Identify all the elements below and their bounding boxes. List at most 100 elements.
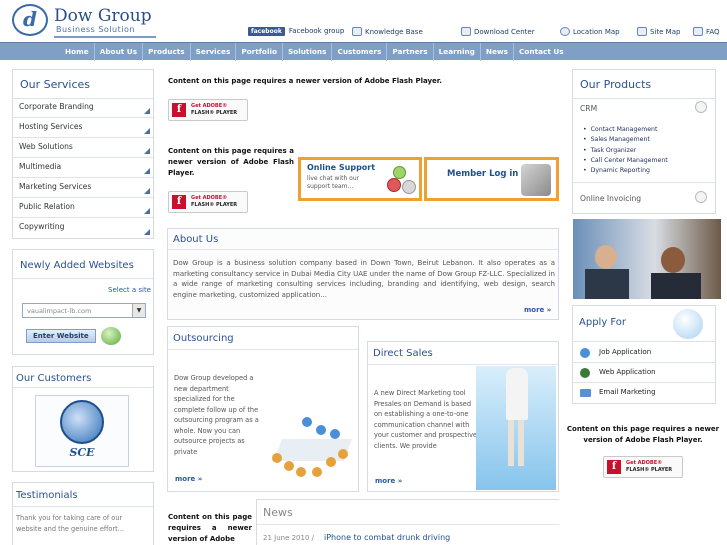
puzzle-icon <box>521 164 551 196</box>
service-public-relation[interactable]: Public Relation <box>13 198 153 218</box>
testimonials-title: Testimonials <box>16 490 78 501</box>
nav-about-us[interactable]: About Us <box>95 43 144 61</box>
products-panel: Our Products CRM • Contact Management • … <box>572 69 716 214</box>
service-corporate-branding[interactable]: Corporate Branding <box>13 98 153 118</box>
nav-learning[interactable]: Learning <box>434 43 481 61</box>
download-center-label: Download Center <box>474 28 535 36</box>
nav-services[interactable]: Services <box>191 43 237 61</box>
product-online-invoicing[interactable]: Online Invoicing <box>580 194 641 203</box>
person-figure-icon <box>312 467 322 477</box>
service-label: Multimedia <box>19 162 62 171</box>
nav-customers[interactable]: Customers <box>332 43 388 61</box>
direct-sales-more-link[interactable]: more » <box>375 477 402 485</box>
get-flash-player-button[interactable]: f Get ADOBE® FLASH® PLAYER <box>603 456 683 478</box>
member-login-title: Member Log in <box>447 169 519 179</box>
service-hosting[interactable]: Hosting Services <box>13 118 153 138</box>
support-person-icon <box>402 180 416 194</box>
faq-link[interactable]: FAQ <box>693 27 720 36</box>
apply-email-marketing[interactable]: Email Marketing <box>573 383 715 403</box>
person-figure-icon <box>284 461 294 471</box>
crm-item[interactable]: • Dynamic Reporting <box>583 166 713 176</box>
apply-title: Apply For <box>579 317 627 328</box>
crm-item-label: Sales Management <box>590 136 650 144</box>
chevron-down-icon: ▼ <box>132 304 145 317</box>
online-support-text: live chat with our support team... <box>307 175 360 190</box>
knowledge-base-link[interactable]: Knowledge Base <box>352 27 423 36</box>
facebook-icon: facebook <box>248 27 285 36</box>
apply-job-application[interactable]: Job Application <box>573 343 715 363</box>
facebook-group-link[interactable]: facebook Facebook group <box>248 27 344 36</box>
nav-contact-us[interactable]: Contact Us <box>514 43 569 61</box>
flash-notice-partial: Content on this page requires a newer ve… <box>168 513 252 543</box>
corner-arrow-icon <box>144 168 150 174</box>
toggle-icon[interactable] <box>695 191 707 203</box>
person-figure-icon <box>330 429 340 439</box>
logo-mark[interactable]: d <box>12 4 48 36</box>
download-icon <box>461 27 471 36</box>
divider <box>573 182 715 183</box>
nav-home[interactable]: Home <box>60 43 95 61</box>
download-center-link[interactable]: Download Center <box>461 27 535 36</box>
crm-items: • Contact Management • Sales Management … <box>583 125 713 176</box>
get-flash-player-button[interactable]: f Get ADOBE® FLASH® PLAYER <box>168 191 248 213</box>
people-icon <box>580 348 590 358</box>
crm-item-label: Call Center Management <box>590 156 668 164</box>
apply-web-application[interactable]: Web Application <box>573 363 715 383</box>
customer-logo[interactable]: SCE <box>35 395 129 467</box>
site-select[interactable]: vaualimpact-lb.com ▼ <box>22 303 146 318</box>
site-map-link[interactable]: Site Map <box>637 27 680 36</box>
direct-sales-image <box>476 366 556 490</box>
customer-logo-text: SCE <box>69 446 95 459</box>
apply-panel: Apply For Job Application Web Applicatio… <box>572 305 716 404</box>
nav-portfolio[interactable]: Portfolio <box>236 43 283 61</box>
person-figure-icon <box>302 417 312 427</box>
flash-player-label: FLASH® PLAYER <box>191 202 238 208</box>
online-support-box[interactable]: Online Support live chat with our suppor… <box>298 157 422 201</box>
logo-tagline: Business Solution <box>56 25 135 34</box>
crm-item[interactable]: • Contact Management <box>583 125 713 135</box>
knowledge-base-label: Knowledge Base <box>365 28 423 36</box>
person-figure-icon <box>272 453 282 463</box>
site-map-label: Site Map <box>650 28 681 36</box>
person-figure-icon <box>338 449 348 459</box>
globe-icon <box>60 400 104 444</box>
news-headline-link[interactable]: iPhone to combat drunk driving <box>324 533 450 542</box>
person-figure-icon <box>296 467 306 477</box>
outsourcing-image <box>268 389 356 481</box>
nav-news[interactable]: News <box>481 43 515 61</box>
crm-item[interactable]: • Task Organizer <box>583 146 713 156</box>
service-label: Corporate Branding <box>19 102 94 111</box>
about-more-link[interactable]: more » <box>524 306 551 314</box>
person-suit <box>585 269 629 299</box>
about-panel: About Us Dow Group is a business solutio… <box>167 228 559 320</box>
testimonials-panel: Testimonials Thank you for taking care o… <box>12 482 154 545</box>
nav-solutions[interactable]: Solutions <box>283 43 333 61</box>
divider <box>13 278 153 279</box>
newly-added-panel: Newly Added Websites Select a site vaual… <box>12 249 154 355</box>
nav-products[interactable]: Products <box>143 43 191 61</box>
divider <box>13 387 153 388</box>
news-date: 21 June 2010 / <box>263 534 314 542</box>
service-marketing[interactable]: Marketing Services <box>13 178 153 198</box>
crm-item[interactable]: • Call Center Management <box>583 156 713 166</box>
crm-item[interactable]: • Sales Management <box>583 135 713 145</box>
location-map-label: Location Map <box>573 28 620 36</box>
service-multimedia[interactable]: Multimedia <box>13 158 153 178</box>
outsourcing-more-link[interactable]: more » <box>175 475 202 483</box>
person-suit <box>651 273 701 299</box>
location-map-link[interactable]: Location Map <box>560 27 620 36</box>
enter-website-button[interactable]: Enter Website <box>26 329 96 343</box>
product-crm[interactable]: CRM <box>580 104 597 113</box>
flash-player-label: FLASH® PLAYER <box>191 110 238 116</box>
corner-arrow-icon <box>144 229 150 235</box>
member-login-box[interactable]: Member Log in <box>424 157 559 201</box>
person-figure-icon <box>506 368 528 420</box>
logo-name[interactable]: Dow Group <box>54 6 152 26</box>
service-copywriting[interactable]: Copywriting <box>13 218 153 238</box>
flash-icon: f <box>172 195 186 209</box>
service-web-solutions[interactable]: Web Solutions <box>13 138 153 158</box>
nav-partners[interactable]: Partners <box>387 43 434 61</box>
toggle-icon[interactable] <box>695 101 707 113</box>
get-flash-player-button[interactable]: f Get ADOBE® FLASH® PLAYER <box>168 99 248 121</box>
person-figure-icon <box>508 420 514 466</box>
